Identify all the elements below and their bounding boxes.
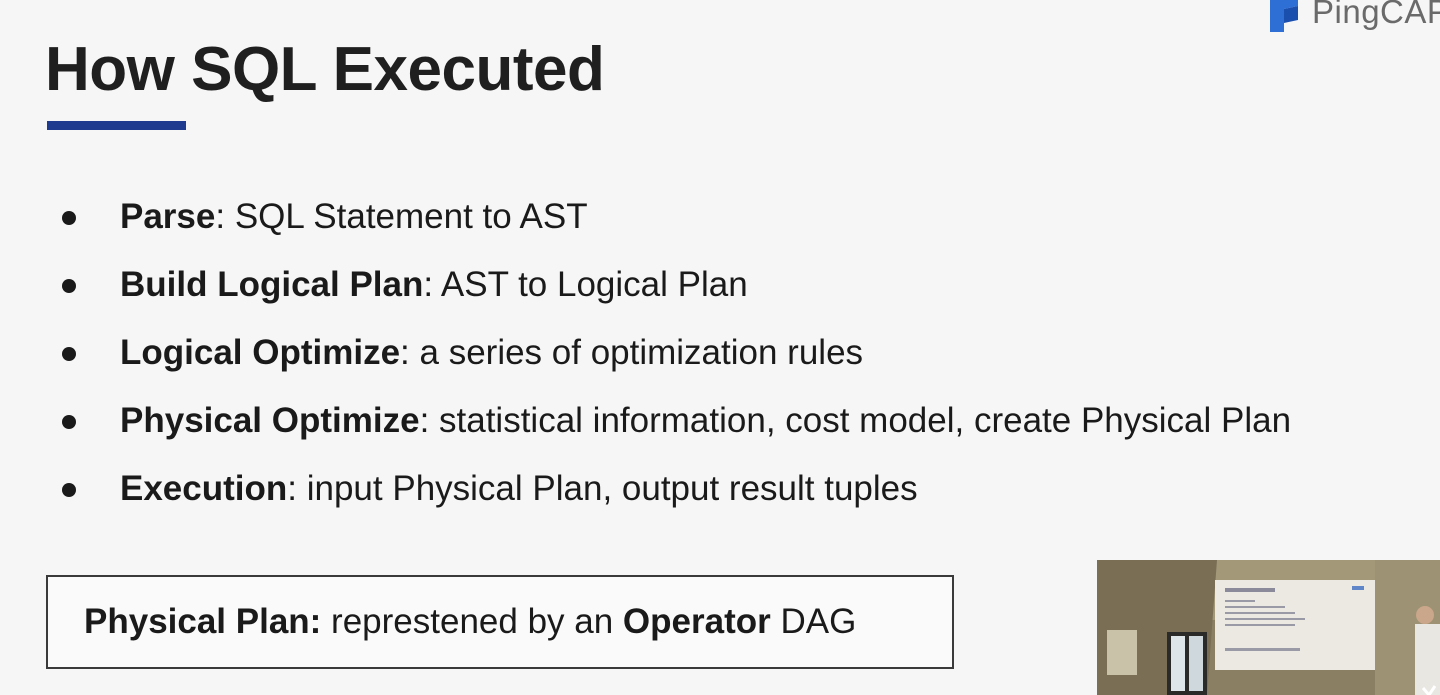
bullet-separator: :	[215, 197, 226, 236]
bullet-separator: :	[423, 265, 434, 304]
bullet-term: Parse	[120, 197, 216, 236]
bullet-text: Parse: SQL Statement to AST	[120, 185, 588, 249]
bullet-separator: :	[419, 401, 430, 440]
bullet-term: Build Logical Plan	[120, 265, 424, 304]
bullet-dot-icon	[62, 415, 76, 429]
note-emphasis: Operator	[622, 602, 771, 641]
physical-plan-note-box: Physical Plan: represtened by an Operato…	[46, 575, 954, 669]
bullet-separator: :	[287, 469, 297, 508]
bullet-text: Build Logical Plan: AST to Logical Plan	[120, 253, 748, 317]
bullet-dot-icon	[62, 483, 76, 497]
pingcap-logo-mark-icon	[1270, 0, 1298, 32]
bullet-description: SQL Statement to AST	[225, 197, 588, 236]
bullet-term: Logical Optimize	[120, 333, 401, 372]
camera-video-inset	[1097, 560, 1440, 695]
bullet-text: Physical Optimize: statistical informati…	[120, 389, 1291, 453]
bullet-dot-icon	[62, 279, 76, 293]
bullet-text: Execution: input Physical Plan, output r…	[120, 457, 918, 521]
bullet-dot-icon	[62, 347, 76, 361]
bullet-description: statistical information, cost model, cre…	[429, 401, 1292, 440]
bullet-description: a series of optimization rules	[409, 333, 864, 372]
bullet-dot-icon	[62, 211, 76, 225]
room-photo-image	[1097, 560, 1440, 695]
bullet-description: input Physical Plan, output result tuple…	[297, 469, 918, 508]
bullet-description: AST to Logical Plan	[433, 265, 748, 304]
note-label: Physical Plan:	[84, 602, 322, 641]
bullet-text: Logical Optimize: a series of optimizati…	[120, 321, 863, 385]
bullet-separator: :	[400, 333, 410, 372]
pingcap-logo: PingCAP	[1268, 0, 1440, 32]
bullet-term: Physical Optimize	[120, 401, 420, 440]
title-underline	[47, 121, 186, 130]
pingcap-logo-text: PingCAP	[1312, 0, 1440, 30]
note-text-part-2: DAG	[770, 602, 857, 641]
bullet-term: Execution	[120, 469, 288, 508]
note-text-part-1: represtened by an	[321, 602, 623, 641]
note-text: Physical Plan: represtened by an Operato…	[84, 602, 856, 642]
slide-title: How SQL Executed	[45, 35, 605, 104]
